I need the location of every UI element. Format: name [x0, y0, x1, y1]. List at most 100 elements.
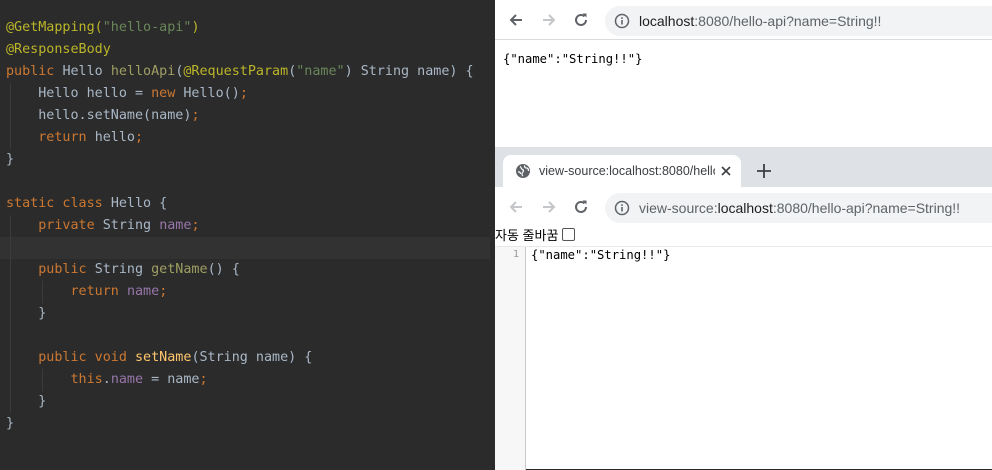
code-token: @RequestParam — [183, 64, 289, 79]
code-line: } — [6, 413, 14, 435]
url-path: :8080/hello-api?name=String!! — [772, 200, 961, 216]
code-line: public String getName() { — [6, 259, 240, 281]
line-wrap-option: 자동 줄바꿈 — [495, 226, 576, 245]
code-line: } — [6, 149, 14, 171]
code-token: ; — [191, 108, 200, 123]
reload-icon — [575, 200, 587, 213]
address-bar[interactable]: localhost:8080/hello-api?name=String!! — [605, 6, 992, 36]
code-token: Hello { — [110, 196, 168, 211]
code-line: public Hello helloApi(@RequestParam("nam… — [6, 61, 474, 83]
code-token: name — [126, 284, 160, 299]
code-token: return — [70, 284, 127, 299]
address-bar[interactable]: view-source:localhost:8080/hello-api?nam… — [605, 193, 992, 223]
arrow-left-icon — [509, 14, 522, 26]
browser-toolbar: view-source:localhost:8080/hello-api?nam… — [495, 187, 992, 227]
code-token: name — [159, 218, 192, 233]
code-token: ; — [199, 372, 208, 387]
url-scheme: view-source: — [639, 200, 718, 216]
code-token: () { — [207, 262, 240, 277]
code-line: return hello; — [6, 127, 143, 149]
source-line: {"name":"String!!"} — [531, 248, 671, 262]
tab-title: view-source:localhost:8080/hello-api?nam… — [539, 164, 715, 178]
reload-icon — [575, 13, 587, 26]
code-token: } — [6, 152, 15, 167]
code-token: "hello-api" — [102, 20, 192, 35]
back-button[interactable] — [504, 8, 528, 32]
code-token: } — [6, 306, 47, 321]
line-wrap-label: 자동 줄바꿈 — [495, 228, 559, 243]
code-token: ; — [191, 218, 200, 233]
reload-button[interactable] — [569, 8, 593, 32]
info-circle-icon[interactable] — [614, 200, 630, 216]
url-host: localhost — [639, 13, 695, 29]
back-button[interactable] — [504, 195, 528, 219]
code-token: private — [38, 218, 103, 233]
tab-close-button[interactable] — [718, 163, 734, 179]
code-token: Hello() — [183, 86, 240, 101]
code-token: hello.setName(name) — [6, 108, 192, 123]
code-token: name — [110, 372, 144, 387]
code-token: Hello — [62, 64, 111, 79]
forward-button[interactable] — [537, 195, 561, 219]
tab-strip: view-source:localhost:8080/hello-api?nam… — [495, 147, 992, 187]
code-line: Hello hello = new Hello(); — [6, 83, 248, 105]
code-token: . — [102, 372, 111, 387]
browser-window-response: localhost:8080/hello-api?name=String!! {… — [495, 0, 992, 147]
code-line: this.name = name; — [6, 369, 208, 391]
tab-view-source[interactable]: view-source:localhost:8080/hello-api?nam… — [503, 155, 741, 187]
code-line: hello.setName(name); — [6, 105, 200, 127]
forward-button[interactable] — [537, 8, 561, 32]
url-host: localhost — [717, 200, 773, 216]
code-line: private String name; — [6, 215, 200, 237]
code-token: getName — [151, 262, 208, 277]
address-bar-url: view-source:localhost:8080/hello-api?nam… — [639, 193, 960, 223]
code-token: ; — [159, 284, 168, 299]
code-token: } — [6, 416, 15, 431]
code-token: new — [151, 86, 184, 101]
code-token: String — [94, 262, 152, 277]
plus-icon — [757, 164, 771, 178]
code-token: "name" — [296, 64, 345, 79]
code-token: public void — [38, 350, 135, 365]
code-token: this — [70, 372, 103, 387]
code-line: } — [6, 391, 46, 413]
globe-icon — [516, 164, 530, 178]
json-response-body: {"name":"String!!"} — [503, 52, 643, 66]
code-token: setName — [135, 350, 192, 365]
code-token: helloApi — [110, 64, 176, 79]
line-wrap-checkbox[interactable] — [562, 228, 576, 241]
code-token: return — [38, 130, 95, 145]
code-token: ) — [191, 20, 200, 35]
code-token: public — [6, 64, 63, 79]
code-token: ; — [135, 130, 144, 145]
new-tab-button[interactable] — [753, 160, 775, 182]
close-icon — [721, 166, 731, 176]
arrow-right-icon — [543, 201, 556, 213]
toolbar-divider — [495, 39, 992, 40]
url-path: :8080/hello-api?name=String!! — [694, 13, 882, 29]
arrow-left-icon — [509, 201, 522, 213]
code-line: @ResponseBody — [6, 39, 111, 61]
code-line: public void setName(String name) { — [6, 347, 312, 369]
code-token: @GetMapping( — [6, 20, 103, 35]
info-circle-icon[interactable] — [614, 13, 630, 29]
code-token: } — [6, 394, 47, 409]
code-line: return name; — [6, 281, 168, 303]
code-token: hello — [94, 130, 135, 145]
address-bar-url: localhost:8080/hello-api?name=String!! — [639, 6, 881, 36]
code-token: @ResponseBody — [6, 42, 111, 57]
reload-button[interactable] — [569, 195, 593, 219]
arrow-right-icon — [543, 14, 556, 26]
code-token: ; — [239, 86, 248, 101]
code-token: String — [102, 218, 160, 233]
code-token: = name — [143, 372, 200, 387]
browser-window-view-source: view-source:localhost:8080/hello-api?nam… — [495, 147, 992, 470]
code-editor[interactable]: @GetMapping("hello-api") @ResponseBody pub… — [0, 0, 495, 469]
code-token: static class — [6, 196, 111, 211]
